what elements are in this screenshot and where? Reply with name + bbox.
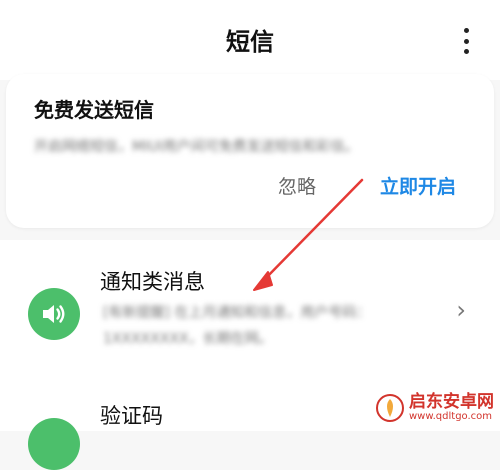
speaker-icon (28, 288, 80, 340)
app-header: 短信 (0, 0, 500, 80)
card-description: 开启网络短信，MIUI用户间可免费发送短信和彩信。 (34, 139, 359, 155)
watermark-logo-icon (376, 394, 404, 422)
list-item-title: 通知类消息 (100, 270, 205, 294)
dot (463, 28, 469, 33)
free-sms-card: 免费发送短信 开启网络短信，MIUI用户间可免费发送短信和彩信。 忽略 立即开启 (6, 74, 494, 228)
list-item-subtitle: [有新提醒] 在上月通知和信息，用户号码：1XXXXXXXX，长期在网。 (103, 305, 371, 347)
watermark: 启东安卓网 www.qdltgo.com (375, 393, 494, 423)
list-item-notifications[interactable]: 通知类消息 [有新提醒] 在上月通知和信息，用户号码：1XXXXXXXX，长期在… (0, 240, 500, 370)
ignore-button[interactable]: 忽略 (278, 172, 316, 199)
more-options-icon[interactable] (456, 28, 476, 54)
list-item-title: 验证码 (100, 404, 163, 428)
green-circle-icon (28, 418, 80, 470)
chevron-right-icon: › (456, 296, 466, 324)
page-title: 短信 (226, 28, 274, 56)
watermark-text: 启东安卓网 (409, 392, 494, 412)
dot (463, 49, 469, 54)
card-title: 免费发送短信 (34, 98, 154, 122)
enable-now-button[interactable]: 立即开启 (380, 172, 456, 199)
dot (463, 38, 469, 44)
watermark-url: www.qdltgo.com (409, 411, 493, 422)
